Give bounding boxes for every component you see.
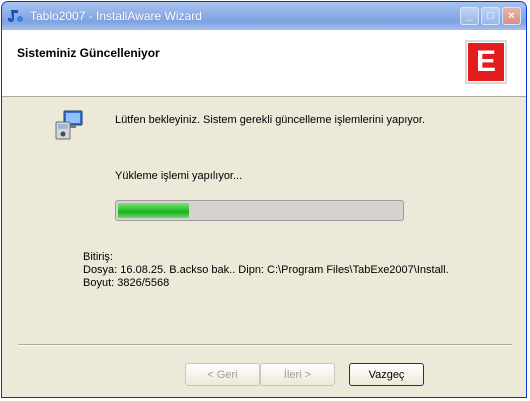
app-icon	[8, 8, 24, 24]
progress-label: Yükleme işlemi yapılıyor...	[115, 170, 243, 182]
maximize-button[interactable]: □	[481, 7, 500, 25]
details-heading: Bitiriş:	[83, 251, 113, 263]
details-file-line: Dosya: 16.08.25. B.ackso bak.. Dipn: C:\…	[83, 264, 449, 276]
progress-bar	[115, 200, 404, 221]
close-button[interactable]: ×	[502, 7, 521, 25]
window-title: Tablo2007 - InstallAware Wizard	[30, 9, 202, 23]
cancel-button[interactable]: Vazgeç	[349, 363, 424, 386]
status-message: Lütfen bekleyiniz. Sistem gerekli güncel…	[115, 114, 425, 126]
file-details: Bitiriş: Dosya: 16.08.25. B.ackso bak.. …	[83, 251, 449, 290]
installer-window: Tablo2007 - InstallAware Wizard _ □ × Si…	[1, 1, 527, 398]
page-title: Sisteminiz Güncelleniyor	[17, 46, 160, 60]
logo-letter: E	[468, 43, 504, 81]
minimize-button[interactable]: _	[460, 7, 479, 25]
next-button[interactable]: İleri >	[260, 363, 335, 386]
back-button[interactable]: < Geri	[185, 363, 260, 386]
title-bar[interactable]: Tablo2007 - InstallAware Wizard _ □ ×	[2, 2, 526, 31]
details-size-line: Boyut: 3826/5568	[83, 277, 170, 289]
wizard-header: Sisteminiz Güncelleniyor E	[2, 30, 526, 97]
brand-logo: E	[465, 40, 507, 84]
install-computer-icon	[52, 108, 86, 142]
progress-bar-fill	[118, 203, 189, 218]
button-separator	[18, 344, 512, 346]
